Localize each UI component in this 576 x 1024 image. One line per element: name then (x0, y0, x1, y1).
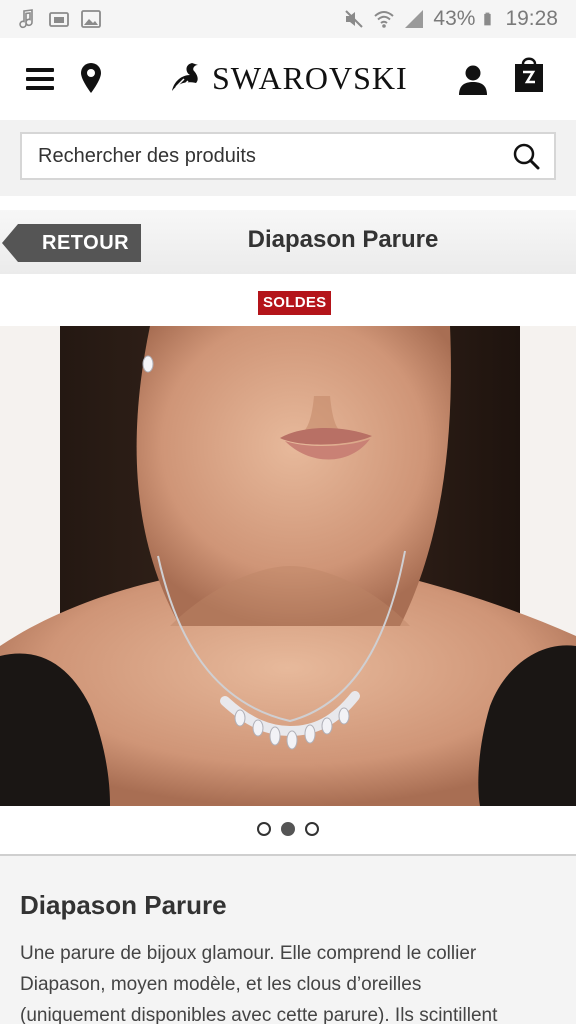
battery-percent: 43% (433, 7, 476, 30)
carousel-dot-1[interactable] (257, 822, 271, 836)
cast-icon (49, 12, 69, 27)
menu-icon[interactable] (26, 68, 54, 90)
product-name: Diapason Parure (20, 890, 227, 920)
search-icon[interactable] (512, 142, 540, 170)
battery-icon (484, 12, 492, 26)
product-photo (0, 326, 576, 806)
swan-logo-icon (172, 63, 198, 92)
search-box (20, 132, 556, 180)
page-title: Diapason Parure (247, 226, 439, 253)
sale-badge: SOLDES (258, 291, 332, 315)
mute-icon (345, 10, 364, 28)
status-time: 19:28 (505, 7, 558, 30)
brand-name: SWAROVSKI (212, 59, 408, 96)
carousel-dot-2[interactable] (281, 822, 295, 836)
music-note-icon (19, 9, 33, 29)
signal-icon (405, 10, 424, 28)
site-header: SWAROVSKI (0, 38, 576, 120)
status-left-icons (16, 8, 102, 30)
wifi-icon (374, 11, 395, 28)
shopping-bag-icon[interactable] (513, 54, 545, 94)
status-bar: 43% 19:28 (0, 0, 576, 38)
search-bar-container (0, 120, 576, 196)
carousel-dots (0, 822, 576, 840)
brand-logo[interactable]: SWAROVSKI (170, 56, 408, 100)
product-image[interactable] (0, 326, 576, 806)
product-title-bar: RETOUR Diapason Parure (0, 210, 576, 274)
carousel-dot-3[interactable] (305, 822, 319, 836)
status-right-icons: 43% 19:28 (343, 7, 558, 31)
image-icon (81, 10, 101, 28)
search-input[interactable] (38, 144, 512, 168)
product-description: Une parure de bijoux glamour. Elle compr… (20, 943, 498, 1024)
location-pin-icon[interactable] (80, 62, 102, 94)
user-icon[interactable] (457, 64, 489, 96)
